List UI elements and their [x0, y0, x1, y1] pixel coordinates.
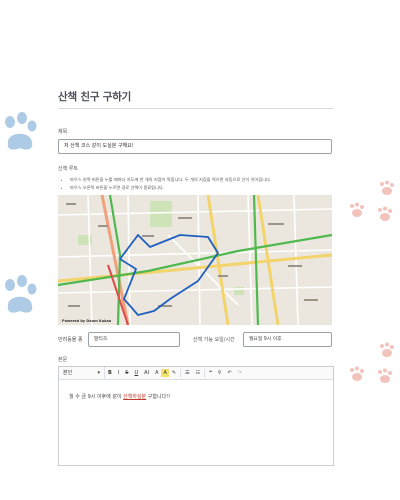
time-input[interactable]: 월요일 9시 이후	[243, 332, 332, 347]
paw-print-icon	[376, 368, 394, 386]
route-hints: 마우스 왼쪽 버튼을 누를 때마다 지도에 한 개의 지점이 찍힙니다. 두 개…	[66, 176, 271, 192]
paw-print-icon	[378, 342, 396, 360]
rich-text-editor[interactable]: 본인 ▾ B I S U AI A A ✎ ☰ ☷ ❝ ⚲ ↶ ↷ 월 수 금 …	[58, 366, 334, 466]
bullet-list-icon[interactable]: ☰	[182, 367, 192, 380]
strikethrough-button[interactable]: S	[122, 367, 131, 380]
font-size-button[interactable]: AI	[141, 367, 152, 380]
body-text: 구합니다!!	[146, 394, 171, 400]
body-text-highlight: 산책하실분	[123, 394, 147, 400]
quote-icon[interactable]: ❝	[206, 367, 215, 380]
link-icon[interactable]: ⚲	[215, 367, 225, 380]
route-hint-item: 마우스 오른쪽 버튼을 누르면 경로 선택이 종료됩니다.	[70, 184, 271, 192]
toolbar-divider	[204, 369, 206, 377]
text-color-button[interactable]: A	[152, 367, 161, 380]
bold-button[interactable]: B	[105, 367, 115, 380]
toolbar-divider	[180, 369, 182, 377]
time-label: 산책 가능 요일/시간	[193, 337, 235, 343]
body-text: 월 수 금 9시 이후에 같이	[69, 394, 124, 400]
title-divider	[58, 108, 334, 109]
route-label: 산책 루트	[58, 166, 78, 172]
chevron-down-icon: ▾	[97, 369, 100, 376]
subject-input[interactable]: 저 산책 코스 같이 도실분 구해요!	[58, 139, 332, 154]
paw-print-icon	[0, 112, 40, 160]
route-map[interactable]: Powered by Daum Kakao	[58, 195, 332, 325]
redo-icon[interactable]: ↷	[235, 367, 245, 380]
body-label: 본문	[58, 357, 68, 363]
italic-button[interactable]: I	[115, 367, 122, 380]
paw-print-icon	[378, 180, 396, 198]
page-title: 산책 친구 구하기	[58, 91, 132, 103]
undo-icon[interactable]: ↶	[224, 367, 234, 380]
numbered-list-icon[interactable]: ☷	[193, 367, 203, 380]
highlight-icon[interactable]: ✎	[169, 367, 179, 380]
paw-print-icon	[348, 366, 366, 384]
paw-print-icon	[0, 275, 40, 323]
paw-print-icon	[376, 206, 394, 224]
paw-print-icon	[348, 202, 366, 220]
map-credit: Powered by Daum Kakao	[62, 319, 112, 323]
breed-input[interactable]: 말티즈	[88, 332, 180, 347]
font-select[interactable]: 본인 ▾	[59, 366, 105, 380]
subject-label: 제목	[58, 129, 68, 135]
editor-toolbar: 본인 ▾ B I S U AI A A ✎ ☰ ☷ ❝ ⚲ ↶ ↷	[59, 366, 333, 380]
editor-content[interactable]: 월 수 금 9시 이후에 같이 산책하실분 구합니다!!	[69, 393, 170, 400]
font-select-label: 본인	[63, 369, 73, 376]
route-hint-item: 마우스 왼쪽 버튼을 누를 때마다 지도에 한 개의 지점이 찍힙니다. 두 개…	[70, 176, 271, 184]
background-color-button[interactable]: A	[161, 369, 169, 377]
breed-label: 반려동물 종	[58, 337, 83, 343]
underline-button[interactable]: U	[131, 367, 141, 380]
